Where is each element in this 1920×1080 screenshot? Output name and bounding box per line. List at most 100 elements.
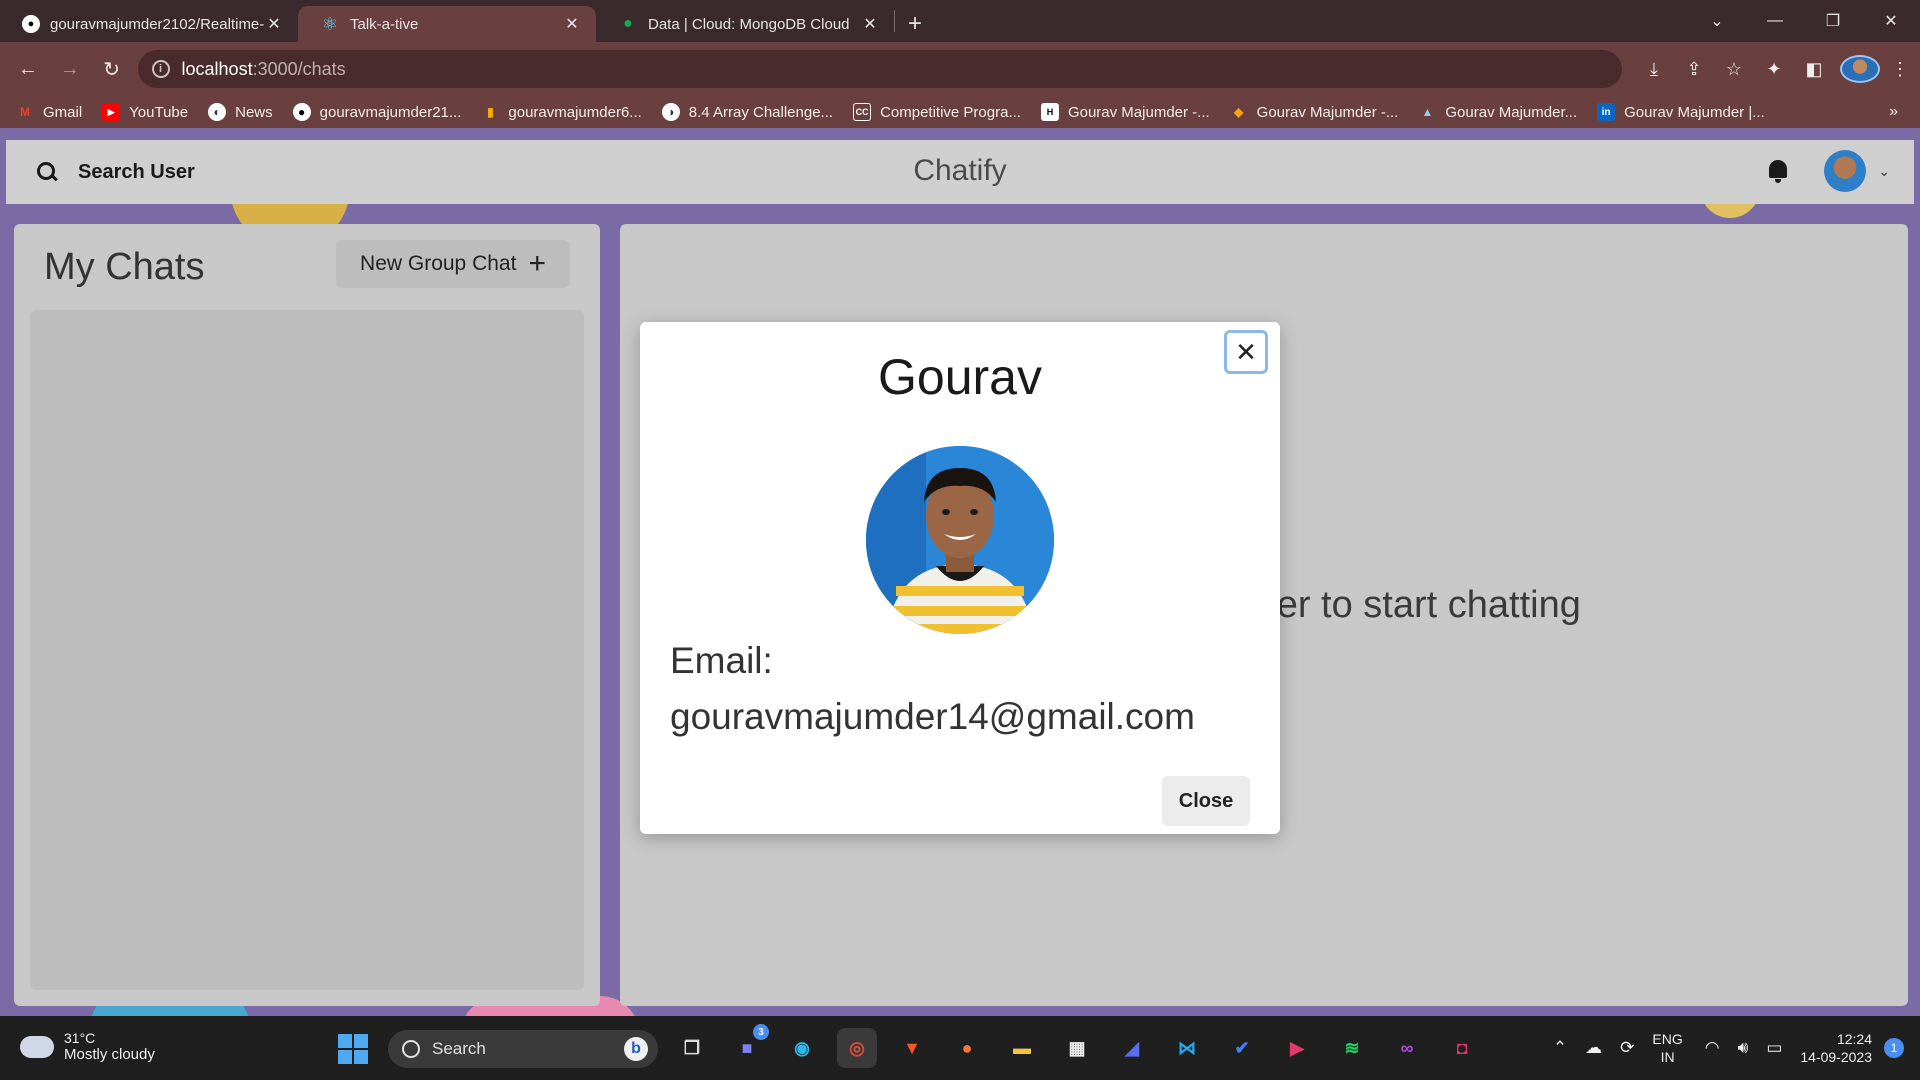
url-path: :3000/chats (252, 58, 346, 79)
close-icon[interactable]: ✕ (562, 14, 582, 34)
task-view-icon[interactable]: ❐ (672, 1028, 712, 1068)
instagram-icon[interactable]: ◘ (1442, 1028, 1482, 1068)
bookmarks-bar: M Gmail ▶ YouTube ◐ News ● gouravmajumder21.… (0, 96, 1920, 128)
linkedin-icon: in (1597, 103, 1616, 121)
bookmark-hackerrank[interactable]: H Gourav Majumder -... (1040, 103, 1210, 121)
bookmark-analytics[interactable]: ▮ gouravmajumder6... (481, 103, 642, 121)
browser-profile-avatar[interactable] (1839, 55, 1880, 83)
tab-search-icon[interactable]: ⌄ (1688, 0, 1746, 42)
address-bar[interactable]: i localhost:3000/chats (137, 50, 1622, 88)
taskbar-search-label: Search (432, 1039, 486, 1058)
bookmark-label: Gourav Majumder -... (1256, 103, 1399, 121)
system-tray: ⌃ ☁ ⟳ ENG IN ◠ 🔊︎ ▭ 12:24 14-09-2023 1 (1553, 1016, 1904, 1080)
restore-icon[interactable]: ❐ (1804, 0, 1862, 42)
language-indicator[interactable]: ENG IN (1652, 1030, 1682, 1066)
onedrive-icon[interactable]: ☁ (1585, 1038, 1602, 1058)
clock[interactable]: 12:24 14-09-2023 (1800, 1030, 1872, 1066)
bookmark-codestudio[interactable]: ▲ Gourav Majumder... (1418, 103, 1577, 121)
bookmark-label: Gmail (43, 103, 83, 121)
teams-badge: 3 (753, 1024, 769, 1040)
file-explorer-icon[interactable]: ▬ (1002, 1028, 1042, 1068)
notification-badge[interactable]: 1 (1884, 1038, 1904, 1058)
bookmark-array-challenge[interactable]: ◑ 8.4 Array Challenge... (661, 103, 834, 121)
bookmark-star-icon[interactable]: ☆ (1714, 59, 1754, 80)
firefox-icon[interactable]: ● (947, 1028, 987, 1068)
bookmark-youtube[interactable]: ▶ YouTube (102, 103, 188, 121)
bookmark-news[interactable]: ◐ News (208, 103, 273, 121)
taskbar-search[interactable]: Search b (388, 1030, 658, 1068)
bookmark-github[interactable]: ● gouravmajumder21... (292, 103, 462, 121)
bookmark-codechef[interactable]: CC Competitive Progra... (853, 103, 1021, 121)
region-code: IN (1660, 1049, 1675, 1065)
bookmark-gmail[interactable]: M Gmail (16, 103, 82, 121)
react-icon: ⚛ (321, 13, 339, 34)
sync-icon[interactable]: ⟳ (1620, 1038, 1634, 1058)
github-icon: ● (292, 103, 311, 121)
tab-title: gouravmajumder2102/Realtime- (50, 15, 264, 33)
tab-talk-a-tive[interactable]: ⚛ Talk-a-tive ✕ (298, 6, 596, 42)
news-globe-icon: ◐ (208, 103, 227, 121)
new-tab-button[interactable]: + (895, 6, 935, 42)
forward-arrow-icon[interactable]: → (50, 49, 90, 89)
search-icon (402, 1040, 420, 1058)
bookmark-label: Competitive Progra... (880, 103, 1021, 121)
bookmark-label: gouravmajumder21... (319, 103, 462, 121)
bookmark-label: Gourav Majumder -... (1067, 103, 1210, 121)
browser-tab-bar: ● gouravmajumder2102/Realtime- ✕ ⚛ Talk-… (0, 0, 1920, 42)
kebab-menu-icon[interactable]: ⋮ (1880, 59, 1920, 80)
reload-icon[interactable]: ↻ (92, 49, 132, 89)
media-player-icon[interactable]: ▶ (1277, 1028, 1317, 1068)
tab-title: Talk-a-tive (350, 15, 419, 33)
volume-icon[interactable]: 🔊︎ (1738, 1038, 1749, 1058)
microsoft-store-icon[interactable]: ▦ (1057, 1028, 1097, 1068)
codestudio-icon: ▲ (1421, 105, 1434, 119)
leetcode-icon: ◆ (1234, 105, 1244, 119)
cloudy-weather-icon (20, 1027, 54, 1058)
bing-icon[interactable]: b (624, 1037, 648, 1061)
side-panel-icon[interactable]: ◧ (1794, 59, 1834, 80)
weather-widget[interactable]: 31°C Mostly cloudy (20, 1027, 155, 1063)
clipchamp-icon[interactable]: ∞ (1387, 1028, 1427, 1068)
clock-date: 14-09-2023 (1800, 1049, 1872, 1065)
todo-icon[interactable]: ✔ (1222, 1028, 1262, 1068)
weather-temperature: 31°C (64, 1030, 96, 1046)
chrome-icon[interactable]: ◎ (837, 1028, 877, 1068)
bookmark-label: YouTube (129, 103, 189, 121)
profile-name: Gourav (878, 349, 1042, 405)
window-close-icon[interactable]: ✕ (1862, 0, 1920, 42)
maple-app-icon[interactable]: ◢ (1112, 1028, 1152, 1068)
tab-mongodb[interactable]: ● Data | Cloud: MongoDB Cloud ✕ (596, 6, 894, 42)
email-label: Email: (670, 640, 773, 681)
tray-overflow-chevron-icon[interactable]: ⌃ (1553, 1038, 1567, 1058)
teams-chat-icon[interactable]: ■ 3 (727, 1024, 769, 1068)
app-page: Search User Chatify ⌄ My Chats New Group… (0, 128, 1920, 1016)
bookmark-label: gouravmajumder6... (508, 103, 642, 121)
spotify-icon[interactable]: ≋ (1332, 1028, 1372, 1068)
profile-photo-illustration (866, 446, 1054, 634)
close-icon[interactable]: ✕ (860, 14, 880, 34)
minimize-icon[interactable]: — (1746, 0, 1804, 42)
close-button[interactable]: Close (1162, 776, 1250, 826)
tab-github[interactable]: ● gouravmajumder2102/Realtime- ✕ (0, 6, 298, 42)
vscode-icon[interactable]: ⋈ (1167, 1028, 1207, 1068)
bookmarks-overflow-icon[interactable]: » (1889, 103, 1898, 121)
extensions-puzzle-icon[interactable]: ✦ (1754, 59, 1794, 80)
back-arrow-icon[interactable]: ← (8, 49, 48, 89)
bookmark-leetcode[interactable]: ◆ Gourav Majumder -... (1230, 103, 1399, 121)
taskbar-apps: ❐ ■ 3 ◉ ◎ ▼ ● ▬ ▦ ◢ ⋈ ✔ ▶ ≋ ∞ ◘ (672, 1024, 1497, 1068)
site-info-icon[interactable]: i (151, 60, 170, 78)
bookmark-label: Gourav Majumder |... (1624, 103, 1765, 121)
analytics-icon: ▮ (487, 105, 494, 119)
bookmark-label: 8.4 Array Challenge... (688, 103, 834, 121)
install-icon[interactable]: ⤓ (1634, 59, 1674, 80)
close-icon[interactable]: ✕ (264, 14, 284, 34)
battery-icon[interactable]: ▭ (1766, 1038, 1782, 1058)
windows-start-icon[interactable] (338, 1034, 368, 1064)
edge-icon[interactable]: ◉ (782, 1028, 822, 1068)
share-icon[interactable]: ⇪ (1674, 59, 1714, 80)
wifi-icon[interactable]: ◠ (1705, 1038, 1720, 1058)
toolbar-actions: ⤓ ⇪ ☆ ✦ ◧ ⋮ (1634, 55, 1920, 83)
bookmark-label: News (235, 103, 273, 121)
brave-icon[interactable]: ▼ (892, 1028, 932, 1068)
bookmark-linkedin[interactable]: in Gourav Majumder |... (1597, 103, 1765, 121)
